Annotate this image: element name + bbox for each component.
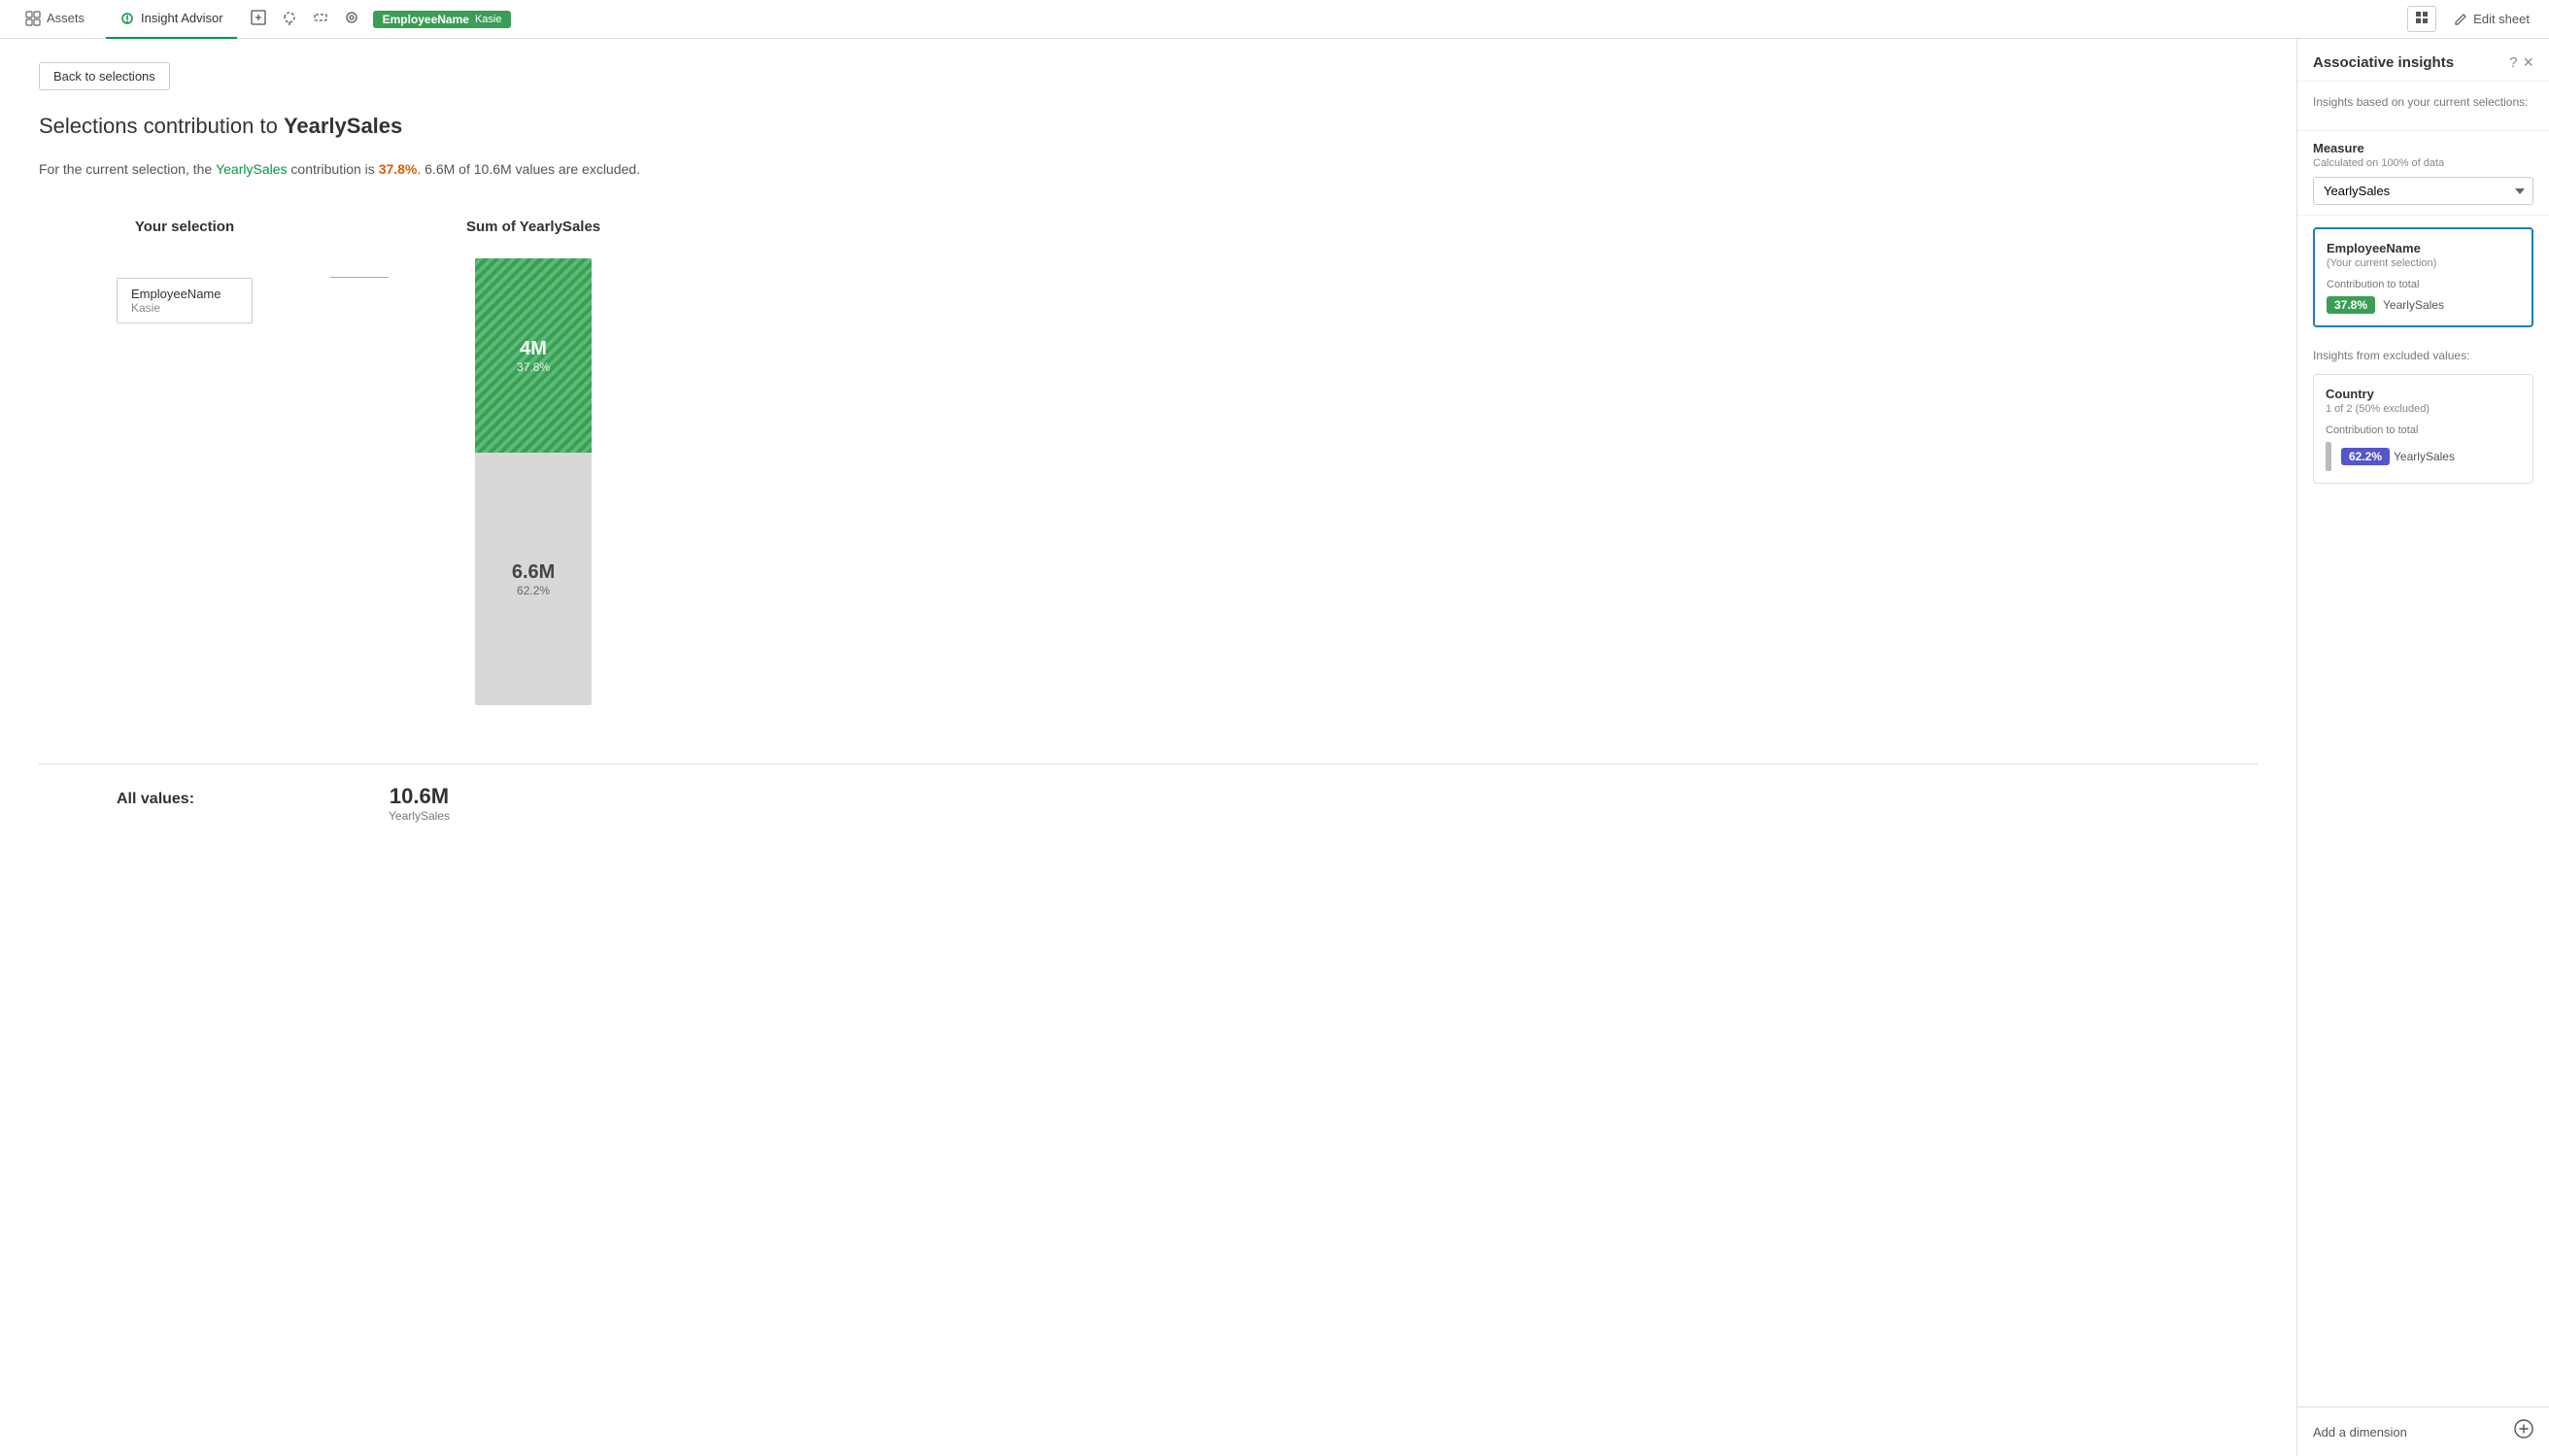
selection-value: Kasie bbox=[475, 14, 502, 25]
selection-box: EmployeeName Kasie bbox=[117, 278, 253, 323]
gray-value: 6.6M bbox=[512, 561, 555, 584]
current-contrib-label: Contribution to total bbox=[2327, 279, 2520, 290]
assets-label: Assets bbox=[47, 11, 85, 25]
lasso-icon bbox=[281, 9, 298, 26]
excluded-measure: YearlySales bbox=[2394, 450, 2455, 463]
bar-segment-selected: 4M 37.8% bbox=[475, 258, 592, 453]
measure-select[interactable]: YearlySales bbox=[2313, 177, 2533, 205]
main-layout: Back to selections Selections contributi… bbox=[0, 39, 2549, 1456]
plus-circle-icon bbox=[2514, 1419, 2533, 1439]
back-to-selections-button[interactable]: Back to selections bbox=[39, 62, 170, 90]
measure-sub: Calculated on 100% of data bbox=[2313, 157, 2533, 169]
title-measure: YearlySales bbox=[284, 114, 402, 138]
excluded-contrib-label: Contribution to total bbox=[2326, 424, 2521, 436]
edit-sheet-btn[interactable]: Edit sheet bbox=[2446, 8, 2537, 30]
subtitle-middle: contribution is bbox=[288, 161, 379, 177]
target-icon bbox=[343, 9, 360, 26]
excluded-badge: 62.2% bbox=[2341, 448, 2390, 465]
target-tool-btn[interactable] bbox=[338, 4, 365, 34]
add-dimension-btn[interactable] bbox=[2514, 1419, 2533, 1444]
range-tool-btn[interactable] bbox=[307, 4, 334, 34]
current-contrib-row: 37.8% YearlySales bbox=[2327, 296, 2520, 314]
all-values-row: All values: 10.6M YearlySales bbox=[39, 763, 2258, 823]
all-total-measure: YearlySales bbox=[389, 809, 450, 823]
all-values-label: All values: bbox=[117, 791, 194, 808]
edit-icon bbox=[2454, 13, 2467, 26]
current-card-sub: (Your current selection) bbox=[2327, 257, 2520, 269]
grid-icon bbox=[2415, 11, 2429, 24]
subtitle-suffix: . 6.6M of 10.6M values are excluded. bbox=[417, 161, 640, 177]
selection-box-value: Kasie bbox=[131, 301, 238, 315]
assets-icon bbox=[25, 11, 41, 26]
excluded-contrib-row: 62.2% YearlySales bbox=[2326, 442, 2521, 471]
excluded-insight-card[interactable]: Country 1 of 2 (50% excluded) Contributi… bbox=[2313, 374, 2533, 484]
add-dimension-row[interactable]: Add a dimension bbox=[2297, 1406, 2549, 1456]
panel-title: Associative insights bbox=[2313, 54, 2454, 71]
assets-tab[interactable]: Assets bbox=[12, 0, 98, 39]
page-title: Selections contribution to YearlySales bbox=[39, 114, 2258, 139]
title-prefix: Selections contribution to bbox=[39, 114, 284, 138]
range-icon bbox=[312, 9, 329, 26]
current-measure: YearlySales bbox=[2383, 298, 2444, 312]
top-nav: Assets Insight Advisor bbox=[0, 0, 2549, 39]
measure-section: Measure Calculated on 100% of data Yearl… bbox=[2297, 131, 2549, 216]
lasso-tool-btn[interactable] bbox=[276, 4, 303, 34]
insight-advisor-tab[interactable]: Insight Advisor bbox=[106, 0, 237, 39]
selection-field: EmployeeName bbox=[383, 13, 469, 26]
insights-label: Insights based on your current selection… bbox=[2313, 95, 2533, 109]
gray-bar-indicator bbox=[2326, 442, 2331, 471]
select-tool-btn[interactable] bbox=[245, 4, 272, 34]
gray-pct: 62.2% bbox=[517, 584, 550, 597]
current-badge: 37.8% bbox=[2327, 296, 2375, 314]
green-pct: 37.8% bbox=[517, 360, 550, 374]
bar-chart: 4M 37.8% 6.6M 62.2% bbox=[475, 258, 592, 705]
subtitle-prefix: For the current selection, the bbox=[39, 161, 216, 177]
subtitle-measure: YearlySales bbox=[216, 161, 287, 177]
select-icon bbox=[250, 9, 267, 26]
selection-box-field: EmployeeName bbox=[131, 287, 238, 301]
top-right: Edit sheet bbox=[2407, 6, 2537, 32]
toolbar-icons bbox=[245, 4, 365, 34]
current-insight-card[interactable]: EmployeeName (Your current selection) Co… bbox=[2313, 227, 2533, 327]
selection-col-label: Your selection bbox=[135, 219, 234, 235]
selection-tag[interactable]: EmployeeName Kasie bbox=[373, 11, 512, 28]
excluded-title: Insights from excluded values: bbox=[2313, 349, 2533, 362]
connector-line bbox=[330, 277, 389, 278]
all-values-total: 10.6M YearlySales bbox=[389, 784, 450, 823]
content-area: Back to selections Selections contributi… bbox=[0, 39, 2296, 1456]
subtitle-pct: 37.8% bbox=[379, 161, 418, 177]
chart-section: Your selection EmployeeName Kasie Sum of… bbox=[39, 219, 2258, 705]
edit-sheet-label: Edit sheet bbox=[2473, 12, 2530, 26]
bar-col-label: Sum of YearlySales bbox=[466, 219, 600, 235]
green-value: 4M bbox=[520, 338, 547, 360]
selection-column: Your selection EmployeeName Kasie bbox=[117, 219, 253, 323]
insight-label: Insight Advisor bbox=[141, 11, 223, 25]
insights-label-section: Insights based on your current selection… bbox=[2297, 82, 2549, 131]
current-card-title: EmployeeName bbox=[2327, 241, 2520, 255]
all-total-value: 10.6M bbox=[389, 784, 450, 809]
excluded-section: Insights from excluded values: bbox=[2297, 339, 2549, 374]
panel-header: Associative insights ? × bbox=[2297, 39, 2549, 82]
grid-view-btn[interactable] bbox=[2407, 6, 2436, 32]
subtitle: For the current selection, the YearlySal… bbox=[39, 158, 2258, 180]
excluded-card-title: Country bbox=[2326, 387, 2521, 401]
connector bbox=[330, 277, 389, 278]
right-panel: Associative insights ? × Insights based … bbox=[2296, 39, 2549, 1456]
insight-icon bbox=[119, 11, 135, 26]
add-dimension-label: Add a dimension bbox=[2313, 1425, 2407, 1439]
bar-column: Sum of YearlySales 4M 37.8% 6.6M 62.2% bbox=[466, 219, 600, 705]
panel-close-btn[interactable]: × bbox=[2523, 52, 2533, 73]
panel-help-btn[interactable]: ? bbox=[2509, 54, 2517, 71]
excluded-card-sub: 1 of 2 (50% excluded) bbox=[2326, 403, 2521, 415]
bar-segment-excluded: 6.6M 62.2% bbox=[475, 453, 592, 705]
measure-title: Measure bbox=[2313, 141, 2533, 155]
